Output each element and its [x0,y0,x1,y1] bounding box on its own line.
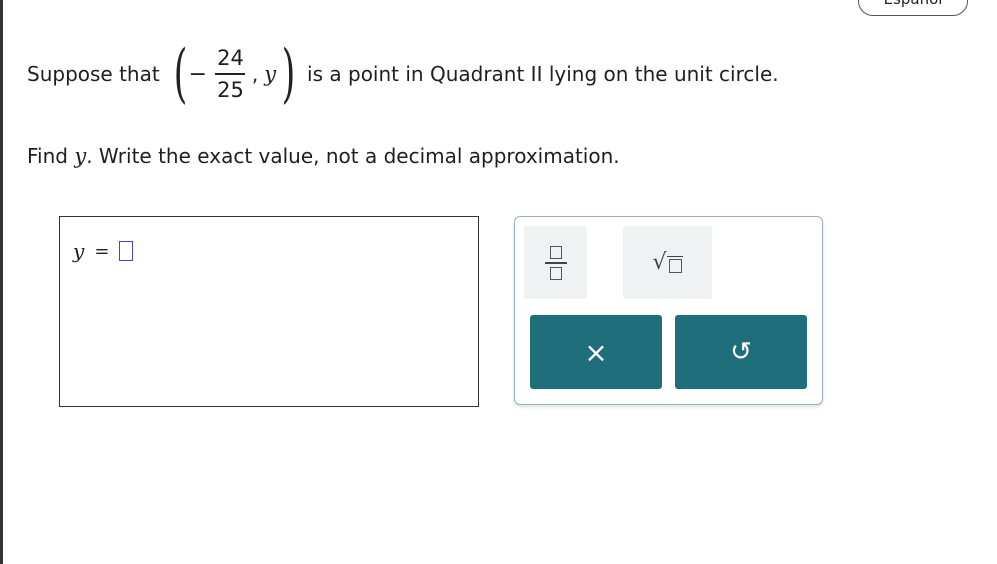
square-root-icon: √ [652,250,683,275]
language-label: Español [884,0,943,8]
clear-button[interactable]: × [530,315,662,389]
question-line-1: Suppose that ( − 24 25 , y ) is a point … [27,38,779,110]
close-icon: × [584,335,608,369]
prompt-before: Find [27,144,68,168]
left-border [0,0,3,564]
x-fraction: 24 25 [215,46,246,102]
fraction-button[interactable] [524,226,587,299]
question-tail: is a point in Quadrant II lying on the u… [307,62,779,86]
undo-icon: ↺ [730,337,752,367]
question-line-2: Find y. Write the exact value, not a dec… [27,144,620,168]
fraction-denominator: 25 [217,78,244,102]
minus-sign: − [188,61,208,87]
language-toggle-button[interactable]: Español [858,0,968,16]
left-paren: ( [173,37,188,111]
undo-button[interactable]: ↺ [675,315,807,389]
math-keypad: √ × ↺ [514,216,823,405]
answer-input-area[interactable]: y = [59,216,479,407]
square-root-button[interactable]: √ [623,226,712,299]
answer-slot[interactable] [119,241,134,261]
right-paren: ) [281,37,296,111]
prompt-after: . Write the exact value, not a decimal a… [86,144,620,168]
comma: , [251,62,259,86]
question-intro: Suppose that [27,62,160,86]
fraction-icon [544,245,567,280]
fraction-numerator: 24 [217,46,244,70]
point-y: y [264,62,277,86]
answer-variable: y [73,239,85,263]
prompt-variable: y [74,144,87,168]
equals-sign: = [94,240,110,262]
answer-row: y = [73,239,134,263]
